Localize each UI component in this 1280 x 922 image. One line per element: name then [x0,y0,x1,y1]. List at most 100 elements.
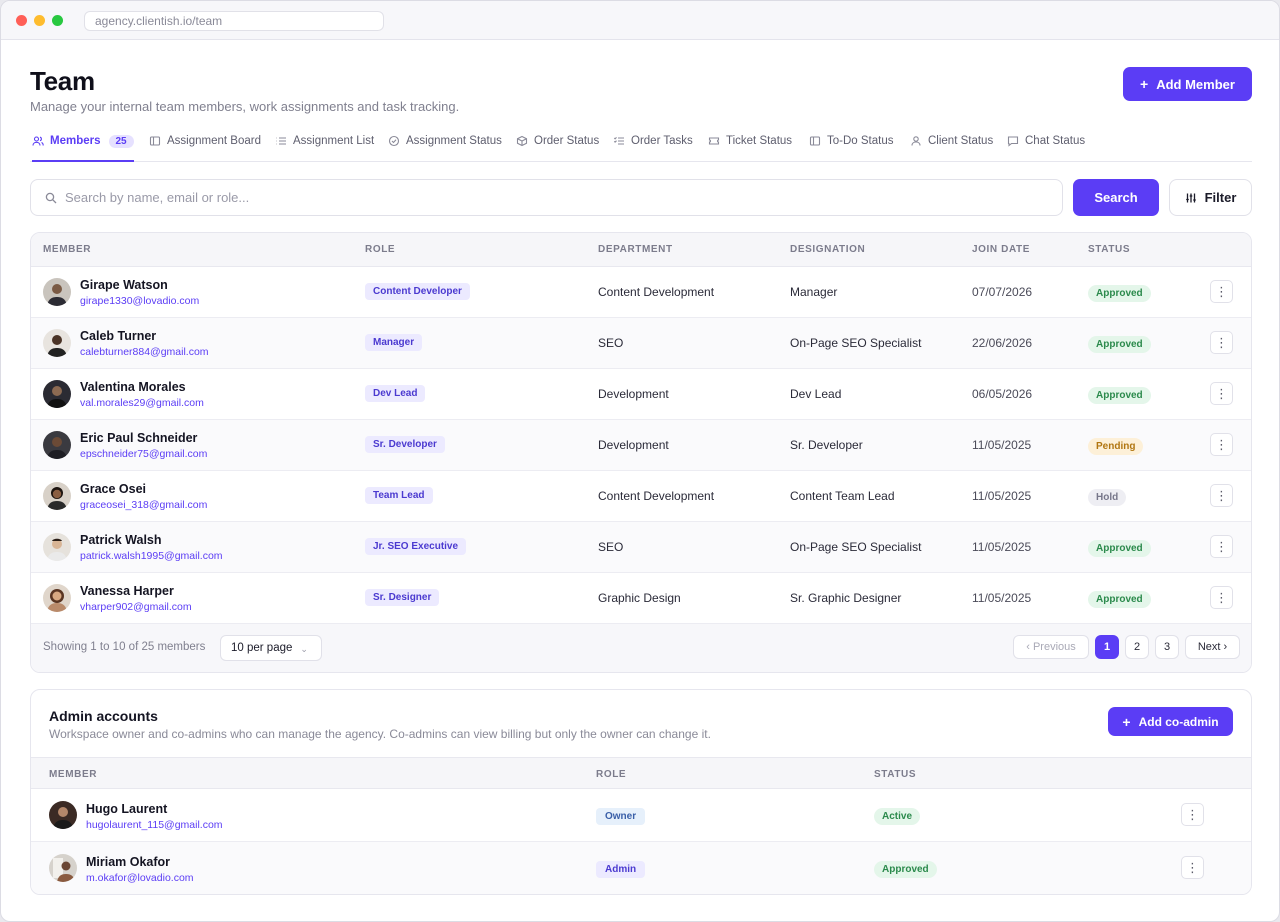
page-3-button[interactable]: 3 [1155,635,1179,659]
more-actions-button[interactable]: ⋮ [1210,280,1233,303]
member-email[interactable]: val.morales29@gmail.com [80,397,204,409]
more-actions-button[interactable]: ⋮ [1210,331,1233,354]
designation-cell: Manager [790,285,838,299]
table-footer: Showing 1 to 10 of 25 members 10 per pag… [31,624,1251,672]
avatar [43,329,71,357]
member-email[interactable]: girape1330@lovadio.com [80,295,199,307]
table-row[interactable]: Grace Osei graceosei_318@gmail.com Team … [31,471,1251,522]
add-member-button[interactable]: + Add Member [1123,67,1252,101]
member-name: Patrick Walsh [80,533,162,547]
maximize-window-dot[interactable] [52,15,63,26]
page-2-button[interactable]: 2 [1125,635,1149,659]
role-chip: Owner [596,808,646,825]
add-co-admin-button[interactable]: + Add co-admin [1108,707,1233,736]
tab-assignment-status[interactable]: Assignment Status [388,128,502,162]
close-window-dot[interactable] [16,15,27,26]
designation-cell: On-Page SEO Specialist [790,540,922,554]
admin-email[interactable]: m.okafor@lovadio.com [86,872,194,884]
status-badge: Pending [1088,438,1144,455]
per-page-select[interactable]: 10 per page ⌄ [220,635,322,661]
tab-label: To-Do Status [827,135,894,147]
board-icon [149,136,161,146]
member-email[interactable]: vharper902@gmail.com [80,601,192,613]
more-vertical-icon: ⋮ [1215,335,1228,350]
join-date-cell: 11/05/2025 [972,438,1032,452]
member-name: Grace Osei [80,482,147,496]
tab-assignment-board[interactable]: Assignment Board [149,128,261,162]
member-email[interactable]: graceosei_318@gmail.com [80,499,207,511]
table-row[interactable]: Vanessa Harper vharper902@gmail.com Sr. … [31,573,1251,624]
tab-label: Assignment Status [406,135,502,147]
more-vertical-icon: ⋮ [1215,590,1228,605]
column-header-member: MEMBER [43,244,92,255]
tab-client-status[interactable]: Client Status [910,128,993,162]
more-actions-button[interactable]: ⋮ [1210,433,1233,456]
table-row[interactable]: Eric Paul Schneider epschneider75@gmail.… [31,420,1251,471]
tab-chat-status[interactable]: Chat Status [1007,128,1085,162]
column-header-join-date: JOIN DATE [972,244,1030,255]
admin-row[interactable]: Hugo Laurent hugolaurent_115@gmail.com O… [31,789,1251,842]
column-header-department: DEPARTMENT [598,244,673,255]
table-row[interactable]: Valentina Morales val.morales29@gmail.co… [31,369,1251,420]
more-actions-button[interactable]: ⋮ [1181,803,1204,826]
table-row[interactable]: Patrick Walsh patrick.walsh1995@gmail.co… [31,522,1251,573]
title-bar: agency.clientish.io/team [1,1,1279,40]
member-email[interactable]: patrick.walsh1995@gmail.com [80,550,223,562]
tab-label: Client Status [928,135,994,147]
plus-icon: + [1122,713,1131,730]
tab-label: Order Status [534,135,600,147]
more-actions-button[interactable]: ⋮ [1210,484,1233,507]
previous-page-button[interactable]: ‹ Previous [1013,635,1089,659]
tab-members[interactable]: Members 25 [32,128,134,162]
status-badge: Active [874,808,921,825]
tab-order-tasks[interactable]: Order Tasks [613,128,693,162]
add-member-label: Add Member [1156,76,1235,92]
department-cell: Content Development [598,489,715,503]
member-email[interactable]: epschneider75@gmail.com [80,448,207,460]
tab-label: Ticket Status [726,135,793,147]
avatar [43,533,71,561]
avatar [43,380,71,408]
pagination-summary: Showing 1 to 10 of 25 members [43,641,206,653]
avatar [43,431,71,459]
check-circle-icon [388,135,400,147]
more-vertical-icon: ⋮ [1215,386,1228,401]
user-icon [911,136,921,146]
member-name: Vanessa Harper [80,584,174,598]
plus-icon: + [1140,76,1149,92]
table-row[interactable]: Caleb Turner calebturner884@gmail.com Ma… [31,318,1251,369]
tab-order-status[interactable]: Order Status [516,128,599,162]
search-button[interactable]: Search [1073,179,1159,216]
more-actions-button[interactable]: ⋮ [1181,856,1204,879]
search-input[interactable] [65,190,965,205]
more-actions-button[interactable]: ⋮ [1210,535,1233,558]
column-header-member: MEMBER [49,769,98,780]
column-header-status: STATUS [1088,244,1131,255]
role-chip: Admin [596,861,646,878]
admin-row[interactable]: Miriam Okafor m.okafor@lovadio.com Admin… [31,842,1251,894]
more-actions-button[interactable]: ⋮ [1210,382,1233,405]
filter-button[interactable]: Filter [1169,179,1252,216]
tab-ticket-status[interactable]: Ticket Status [708,128,792,162]
status-badge: Approved [874,861,937,878]
more-vertical-icon: ⋮ [1186,860,1199,875]
member-email[interactable]: calebturner884@gmail.com [80,346,209,358]
users-icon [32,136,44,146]
admin-email[interactable]: hugolaurent_115@gmail.com [86,819,223,831]
next-page-button[interactable]: Next › [1185,635,1240,659]
more-actions-button[interactable]: ⋮ [1210,586,1233,609]
tab-label: Members [50,135,101,147]
table-header: MEMBER ROLE DEPARTMENT DESIGNATION JOIN … [31,233,1251,267]
member-name: Girape Watson [80,278,168,292]
minimize-window-dot[interactable] [34,15,45,26]
address-bar[interactable]: agency.clientish.io/team [84,11,384,31]
member-name: Valentina Morales [80,380,186,394]
table-row[interactable]: Girape Watson girape1330@lovadio.com Con… [31,267,1251,318]
department-cell: Content Development [598,285,715,299]
tab-assignment-list[interactable]: Assignment List [275,128,374,162]
chat-icon [1007,136,1019,147]
avatar [49,801,77,829]
join-date-cell: 11/05/2025 [972,489,1032,503]
page-1-button[interactable]: 1 [1095,635,1119,659]
tab-todo-status[interactable]: To-Do Status [809,128,893,162]
